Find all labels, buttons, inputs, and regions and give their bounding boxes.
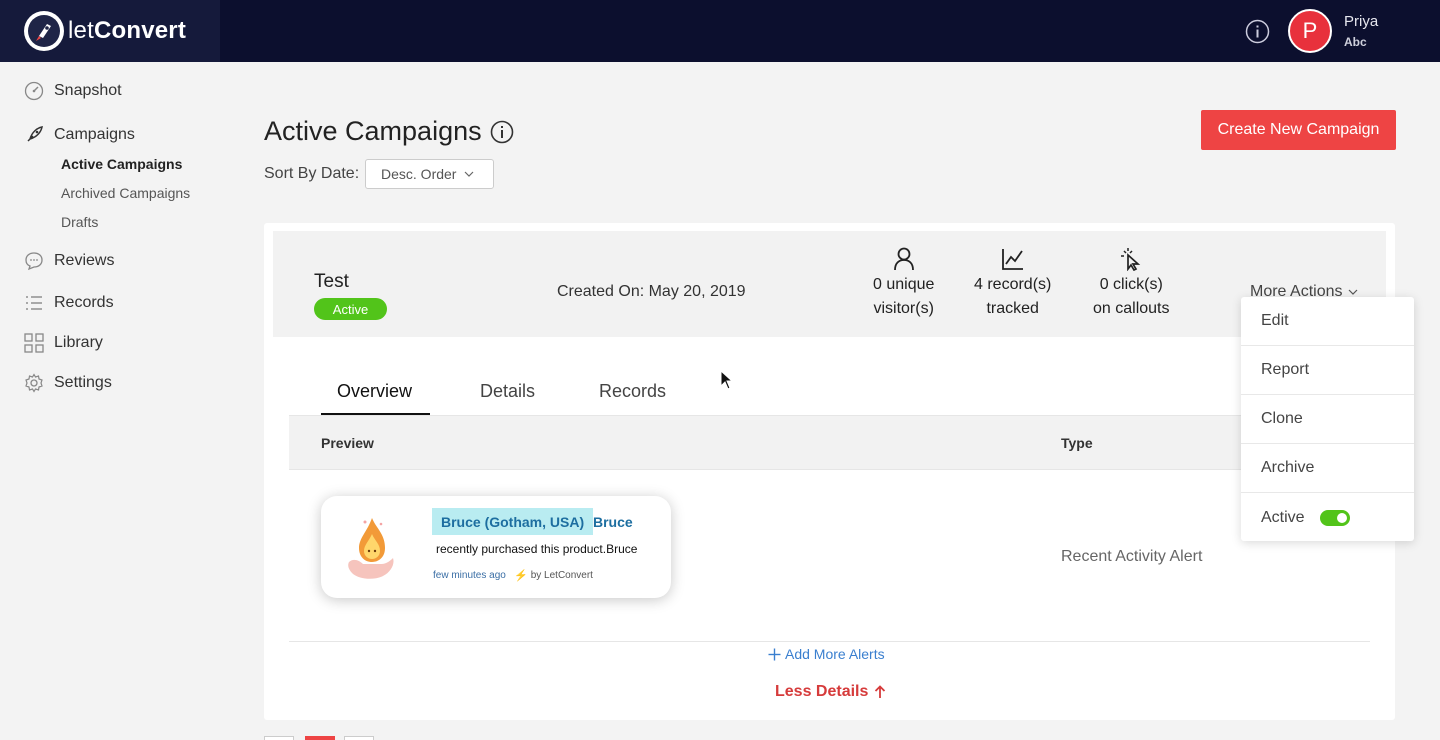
stat-line: 0 click(s) <box>1099 276 1163 293</box>
grid-icon <box>24 333 44 353</box>
divider <box>289 641 1370 642</box>
campaign-card: Test Active Created On: May 20, 2019 0 u… <box>264 223 1395 720</box>
stat-line: tracked <box>986 300 1039 317</box>
mouse-cursor-icon <box>720 369 734 395</box>
stat-records-tracked: 4 record(s) tracked <box>974 247 1051 321</box>
stat-line: 0 unique <box>873 276 935 293</box>
create-new-campaign-button[interactable]: Create New Campaign <box>1201 110 1396 150</box>
alert-type: Recent Activity Alert <box>1061 548 1203 565</box>
menu-item-active-label: Active <box>1261 508 1305 526</box>
sidebar-item-campaigns[interactable]: Campaigns <box>24 125 135 145</box>
sidebar-item-label: Campaigns <box>54 126 135 143</box>
menu-item-active[interactable]: Active <box>1241 493 1414 542</box>
sidebar-item-reviews[interactable]: Reviews <box>24 251 114 271</box>
sidebar-item-label: Settings <box>54 374 112 391</box>
tab-details[interactable]: Details <box>480 381 535 402</box>
info-icon[interactable] <box>1245 19 1270 44</box>
created-date: Created On: May 20, 2019 <box>557 283 746 300</box>
tab-overview[interactable]: Overview <box>337 381 412 402</box>
alert-customer-name-extra: Bruce <box>593 514 633 530</box>
top-bar: letConvert P Priya Abc <box>0 0 1440 62</box>
gauge-icon <box>24 81 44 101</box>
stat-unique-visitors: 0 unique visitor(s) <box>873 247 934 321</box>
sort-order-value: Desc. Order <box>381 166 457 182</box>
user-icon <box>893 247 914 271</box>
menu-item-edit[interactable]: Edit <box>1241 297 1414 346</box>
brand-logo[interactable]: letConvert <box>0 0 220 62</box>
sort-order-select[interactable]: Desc. Order <box>365 159 494 189</box>
alert-time: few minutes ago <box>433 570 506 581</box>
chevron-down-icon <box>1349 289 1358 295</box>
status-badge: Active <box>314 298 387 320</box>
campaign-name[interactable]: Test <box>314 271 349 293</box>
pagination-current[interactable] <box>305 736 335 740</box>
sidebar-subitem-archived-campaigns[interactable]: Archived Campaigns <box>61 185 190 201</box>
menu-item-archive[interactable]: Archive <box>1241 444 1414 493</box>
sidebar-item-label: Snapshot <box>54 82 122 99</box>
bolt-icon: ⚡ <box>514 570 528 582</box>
sidebar-item-records[interactable]: Records <box>24 293 114 313</box>
alert-preview[interactable]: Bruce (Gotham, USA) Bruce recently purch… <box>321 496 671 598</box>
chevron-down-icon <box>465 171 474 177</box>
active-toggle[interactable] <box>1319 509 1350 526</box>
alert-customer-name: Bruce (Gotham, USA) <box>432 508 594 535</box>
user-org: Abc <box>1344 35 1367 49</box>
rocket-icon <box>27 126 43 142</box>
sidebar-item-label: Reviews <box>54 252 115 269</box>
info-icon[interactable] <box>490 120 514 144</box>
brand-name: letConvert <box>68 17 187 44</box>
column-preview: Preview <box>321 435 374 451</box>
stat-callout-clicks: 0 click(s) on callouts <box>1093 247 1170 321</box>
user-name[interactable]: Priya <box>1344 13 1378 30</box>
sidebar-subitem-drafts[interactable]: Drafts <box>61 214 98 230</box>
rocket-logo-icon <box>24 11 64 51</box>
campaign-tabs: Overview Details Records <box>288 373 1371 416</box>
alert-powered-by: ⚡ by LetConvert <box>514 569 593 582</box>
menu-item-clone[interactable]: Clone <box>1241 395 1414 444</box>
arrow-up-icon <box>875 685 886 698</box>
sort-label: Sort By Date: <box>264 165 360 182</box>
gear-icon <box>25 373 43 393</box>
fire-hand-icon <box>343 510 401 587</box>
list-icon <box>26 296 42 310</box>
sidebar-item-settings[interactable]: Settings <box>24 373 112 393</box>
pagination-next[interactable] <box>344 736 374 740</box>
plus-icon <box>768 648 781 660</box>
menu-item-report[interactable]: Report <box>1241 346 1414 395</box>
add-more-alerts-link[interactable]: Add More Alerts <box>768 646 885 662</box>
less-details-label: Less Details <box>775 683 869 700</box>
sidebar-item-label: Library <box>54 334 103 351</box>
alert-message: recently purchased this product.Bruce <box>436 542 638 556</box>
sidebar: Snapshot Campaigns Active Campaigns Arch… <box>0 62 240 740</box>
powered-by-text: by LetConvert <box>530 570 593 581</box>
stat-line: 4 record(s) <box>974 276 1052 293</box>
sidebar-item-library[interactable]: Library <box>24 333 103 353</box>
tab-records[interactable]: Records <box>599 381 666 402</box>
stat-line: on callouts <box>1093 300 1170 317</box>
alerts-table-header: Preview Type <box>289 415 1370 470</box>
pagination-prev[interactable] <box>264 736 294 740</box>
page-title-text: Active Campaigns <box>264 116 482 146</box>
sidebar-item-label: Records <box>54 294 114 311</box>
pointer-click-icon <box>1121 248 1141 271</box>
chat-bubble-icon <box>25 252 43 271</box>
stat-line: visitor(s) <box>873 300 934 317</box>
more-actions-menu: Edit Report Clone Archive Active <box>1241 297 1414 541</box>
column-type: Type <box>1061 435 1093 451</box>
line-chart-icon <box>1001 249 1023 270</box>
avatar[interactable]: P <box>1288 9 1332 53</box>
sidebar-subitem-active-campaigns[interactable]: Active Campaigns <box>61 156 182 172</box>
less-details-link[interactable]: Less Details <box>775 683 886 701</box>
add-more-alerts-label: Add More Alerts <box>785 646 885 662</box>
campaign-header: Test Active Created On: May 20, 2019 0 u… <box>273 231 1386 337</box>
sidebar-item-snapshot[interactable]: Snapshot <box>24 81 122 101</box>
page-title: Active Campaigns <box>264 116 514 147</box>
